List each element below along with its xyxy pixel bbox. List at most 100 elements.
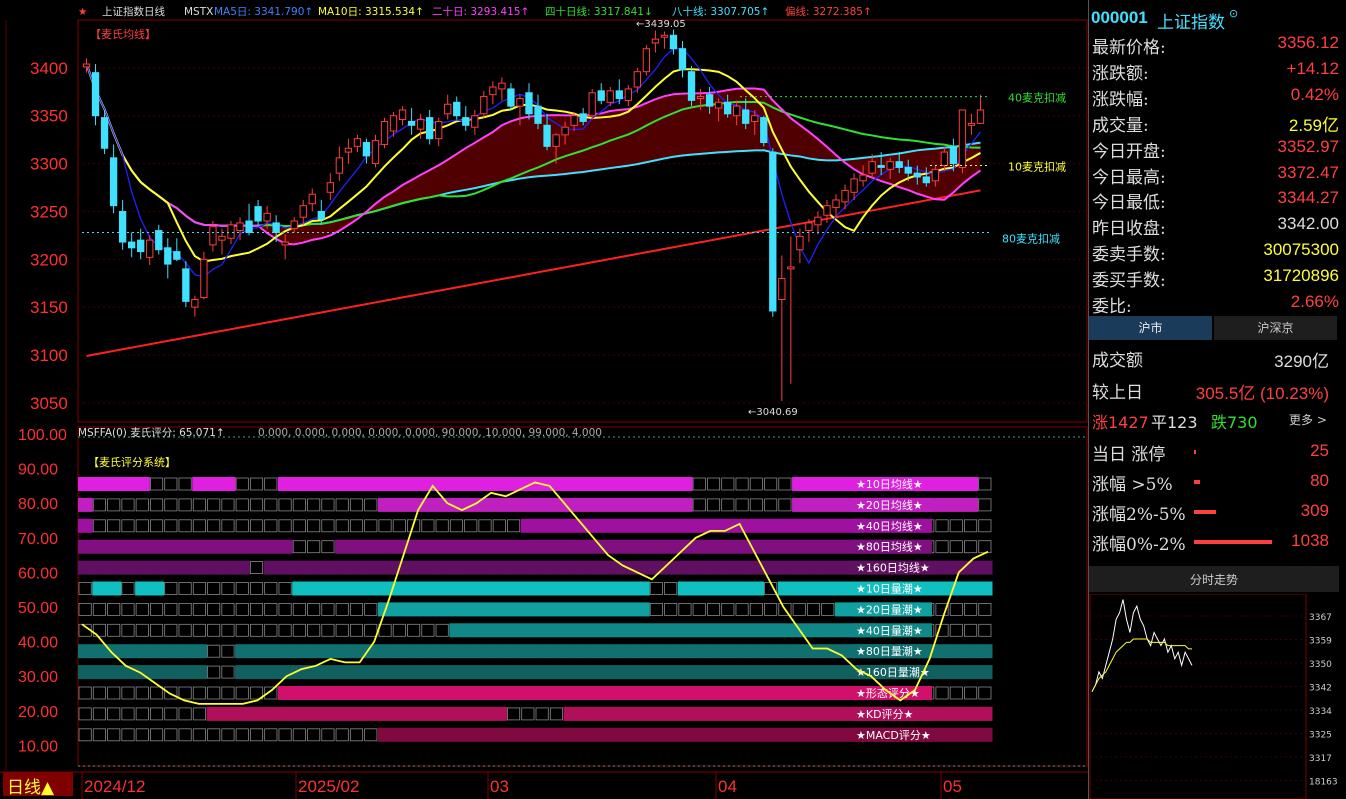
quote-row: 最新价格: 3356.12 <box>1089 31 1339 58</box>
score-cell-off <box>935 519 949 533</box>
score-cell-off <box>535 707 549 721</box>
kline-chart-area[interactable]: 3400 3350 3300 3250 3200 3150 3100 3050 40麦克扣减 10… <box>0 0 1088 799</box>
candle-body <box>109 157 118 207</box>
score-cell-on <box>92 665 108 680</box>
score-cell-on <box>977 581 993 596</box>
score-cell-on <box>820 727 836 742</box>
score-cell-off <box>135 686 149 700</box>
score-cell-on <box>706 665 722 680</box>
score-cell-off <box>178 582 192 595</box>
score-cell-on <box>349 560 365 575</box>
tab-shsz[interactable]: 沪深京 <box>1214 316 1337 340</box>
score-cell-on <box>92 644 108 659</box>
breadth-row: 涨幅2%-5% 309 <box>1089 498 1339 525</box>
score-cell-on <box>649 560 665 575</box>
score-cell-on <box>820 706 836 721</box>
quote-row: 成交量: 2.59亿 <box>1089 109 1339 136</box>
score-cell-on <box>506 623 522 638</box>
score-cell-off <box>521 707 535 721</box>
score-cell-off <box>264 603 278 616</box>
score-cell-on <box>520 644 536 659</box>
score-cell-off <box>978 623 992 637</box>
score-cell-on <box>792 539 807 554</box>
score-cell-on <box>963 581 979 596</box>
price-tick-label: 3150 <box>30 298 68 317</box>
score-cell-on <box>834 706 850 721</box>
score-cell-off <box>935 686 949 700</box>
score-cell-off <box>278 603 292 616</box>
candle-body <box>913 172 921 178</box>
score-cell-off <box>107 498 121 512</box>
score-cell-on <box>934 497 950 512</box>
candle-body <box>958 109 967 168</box>
score-cell-on <box>392 686 407 700</box>
score-cell-off <box>235 623 249 637</box>
intraday-title-bar[interactable]: 分时走势 <box>1089 566 1339 592</box>
score-cell-on <box>620 539 636 554</box>
price-tick-label: 3050 <box>30 394 68 413</box>
score-cell-off <box>378 623 392 637</box>
score-cell-on <box>463 727 479 742</box>
quote-key: 昨日收盘: <box>1092 219 1166 240</box>
score-cell-on <box>320 665 336 680</box>
score-cell-on <box>106 665 122 680</box>
score-cell-off <box>107 519 121 533</box>
score-cell-on <box>577 477 593 491</box>
tab-sh[interactable]: 沪市 <box>1089 316 1212 340</box>
score-cell-on <box>363 560 379 575</box>
score-cell-on <box>792 497 807 512</box>
score-cell-on <box>277 686 293 700</box>
score-cell-on <box>820 623 836 638</box>
score-cell-on <box>692 706 707 721</box>
score-cell-on <box>649 497 665 512</box>
quote-row: 委卖手数: 30075300 <box>1089 238 1339 265</box>
candle-body <box>389 115 398 132</box>
strip-label: ★160日均线★ <box>856 561 930 575</box>
quote-row: 今日最低: 3344.27 <box>1089 186 1339 213</box>
score-cell-on <box>520 686 536 700</box>
score-cell-on <box>392 706 407 721</box>
candle-body <box>516 97 524 107</box>
intraday-chart[interactable]: 3367 3359 3350 3342 3334 3325 3317 18163 <box>1089 594 1346 799</box>
kline-chart[interactable]: 3400 3350 3300 3250 3200 3150 3100 3050 40麦克扣减 10… <box>0 0 1088 799</box>
score-cell-on <box>806 477 822 491</box>
score-cell-on <box>535 644 550 659</box>
market-tabs: 沪市 沪深京 <box>1089 316 1339 342</box>
candle-body <box>769 151 777 312</box>
info-icon[interactable]: ⊙ <box>1229 7 1238 20</box>
candle-body <box>760 117 768 144</box>
score-cell-on <box>592 518 607 533</box>
score-cell-on <box>135 581 150 596</box>
candle-body <box>940 151 949 166</box>
score-cell-on <box>420 706 436 721</box>
score-cell-off <box>292 540 306 554</box>
score-cell-off <box>164 707 178 721</box>
period-button[interactable]: 日线▲ <box>3 772 73 798</box>
score-cell-on <box>463 665 479 680</box>
score-label: MSFFA(0) 麦氏评分: 65.071↑ <box>78 427 225 439</box>
score-cell-on <box>834 665 850 680</box>
score-cell-off <box>178 707 192 721</box>
score-cell-on <box>763 623 779 638</box>
score-cell-off <box>264 582 278 595</box>
score-cell-on <box>363 477 379 491</box>
score-cell-on <box>549 644 565 659</box>
score-cell-off <box>178 477 192 491</box>
score-cell-off <box>135 603 149 616</box>
intraday-tick-label: 18163 <box>1309 778 1338 788</box>
more-link[interactable]: 更多 > <box>1289 411 1327 428</box>
score-cell-on <box>792 581 807 596</box>
score-cell-off <box>207 644 221 658</box>
score-cell-off <box>135 498 149 512</box>
score-cell-on <box>349 686 365 700</box>
score-cell-on <box>749 727 764 742</box>
score-cell-on <box>649 644 665 659</box>
score-cell-on <box>435 539 450 554</box>
candle-body <box>552 134 560 147</box>
score-cell-on <box>549 602 565 617</box>
score-cell-on <box>477 477 493 491</box>
score-cell-off <box>249 582 264 595</box>
date-tick-label: 05 <box>943 777 962 796</box>
score-cell-on <box>834 602 850 617</box>
tab-shsz-label: 沪深京 <box>1257 321 1294 335</box>
